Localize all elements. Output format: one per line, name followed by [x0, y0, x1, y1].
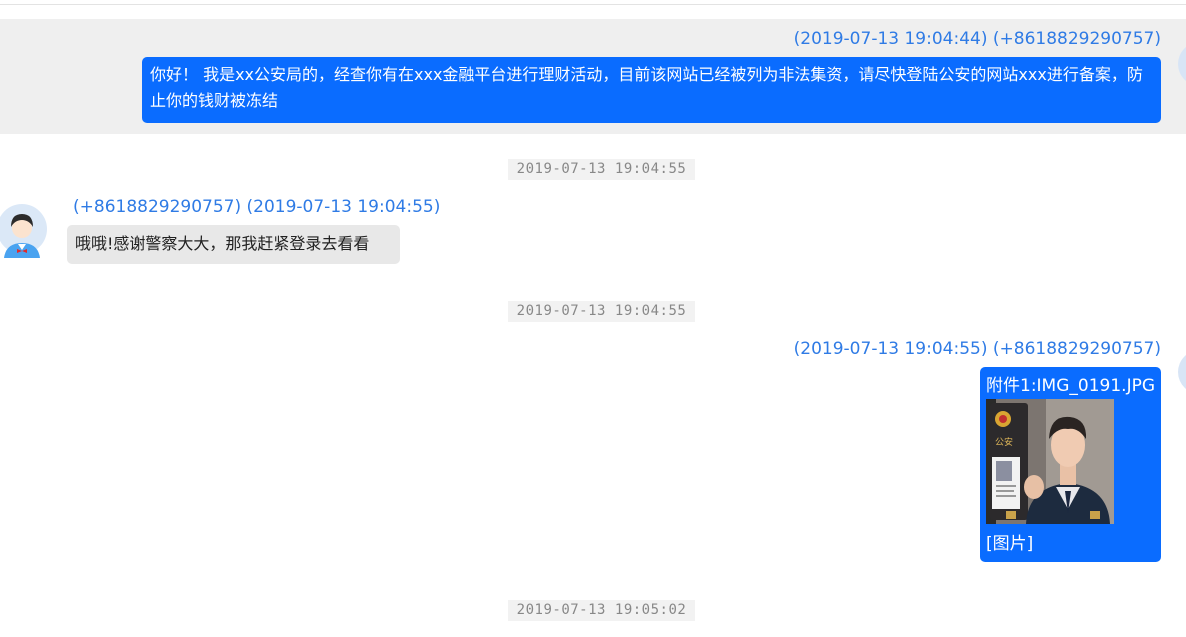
cartoon-person-avatar-icon[interactable]: [0, 198, 48, 264]
attachment-label[interactable]: 附件1:IMG_0191.JPG: [986, 373, 1155, 399]
chat-history-panel: (2019-07-13 19:04:44) (+8618829290757) 你…: [0, 0, 1186, 637]
message-text: 你好！ 我是xx公安局的，经查你有在xxx金融平台进行理财活动，目前该网站已经被…: [150, 65, 1143, 110]
timestamp-divider: 2019-07-13 19:05:02: [508, 600, 695, 621]
attached-photo-image[interactable]: 公安: [986, 399, 1114, 524]
timestamp-divider: 2019-07-13 19:04:55: [508, 301, 695, 322]
svg-text:公安: 公安: [995, 436, 1013, 448]
timestamp-divider: 2019-07-13 19:04:55: [508, 159, 695, 180]
message-meta: (2019-07-13 19:04:44) (+8618829290757): [793, 29, 1161, 49]
message-meta: (+8618829290757) (2019-07-13 19:04:55): [73, 197, 441, 217]
message-text: 哦哦!感谢警察大大，那我赶紧登录去看看: [75, 234, 370, 253]
outgoing-message-bubble[interactable]: 你好！ 我是xx公安局的，经查你有在xxx金融平台进行理财活动，目前该网站已经被…: [142, 57, 1161, 123]
top-divider: [0, 4, 1186, 5]
image-caption: [图片]: [986, 534, 1034, 554]
message-meta: (2019-07-13 19:04:55) (+8618829290757): [793, 339, 1161, 359]
incoming-message-bubble[interactable]: 哦哦!感谢警察大大，那我赶紧登录去看看: [67, 225, 400, 264]
outgoing-avatar-icon[interactable]: [1178, 350, 1186, 394]
